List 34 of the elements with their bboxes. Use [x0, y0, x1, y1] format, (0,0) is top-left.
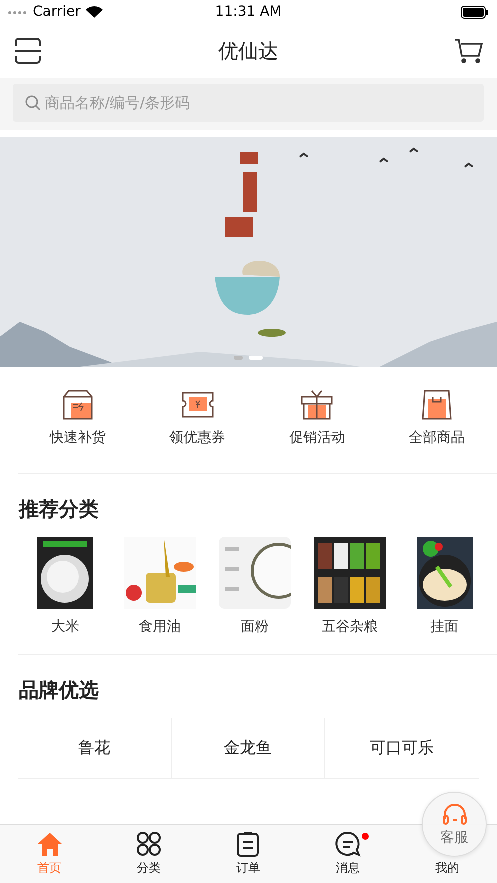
- shortcut-button[interactable]: 快速补货: [18, 389, 138, 447]
- search-icon: [25, 95, 41, 111]
- shortcut-button[interactable]: 领优惠券: [138, 389, 258, 447]
- carrier-label: Carrier: [33, 4, 81, 20]
- headset-icon: [442, 802, 468, 826]
- category-item[interactable]: 五谷杂粮: [302, 537, 398, 636]
- brand-cell[interactable]: 鲁花: [18, 718, 172, 779]
- category-item[interactable]: 面粉: [208, 537, 302, 636]
- battery-icon: [461, 6, 490, 18]
- search-field[interactable]: 商品名称/编号/条形码: [13, 84, 484, 122]
- shopping-bag-icon: [420, 389, 454, 421]
- tab[interactable]: 分类: [135, 830, 164, 877]
- tab[interactable]: 订单: [234, 830, 262, 877]
- section-title: 品牌优选: [18, 677, 100, 704]
- scan-icon[interactable]: [14, 37, 42, 65]
- shortcut-button[interactable]: 全部商品: [377, 389, 497, 447]
- category-item[interactable]: 挂面: [397, 537, 492, 636]
- tab[interactable]: 我的: [435, 860, 460, 877]
- brand-cell[interactable]: 金龙鱼: [172, 718, 326, 779]
- cart-icon[interactable]: [455, 38, 483, 64]
- tab[interactable]: 消息: [334, 830, 362, 877]
- category-item[interactable]: 食用油: [112, 537, 208, 636]
- app-title: 优仙达: [218, 38, 278, 64]
- home-icon: [36, 830, 64, 858]
- category-icon: [135, 830, 164, 858]
- customer-service-button[interactable]: 客服: [422, 792, 487, 857]
- status-time: 11:31 AM: [215, 4, 282, 20]
- shortcut-button[interactable]: 促销活动: [258, 389, 378, 447]
- box-icon: [60, 389, 95, 421]
- category-item[interactable]: 大米: [18, 537, 113, 636]
- chat-icon: [334, 830, 362, 858]
- section-title: 推荐分类: [18, 496, 100, 523]
- gift-icon: [300, 389, 334, 421]
- wifi-icon: [86, 6, 103, 18]
